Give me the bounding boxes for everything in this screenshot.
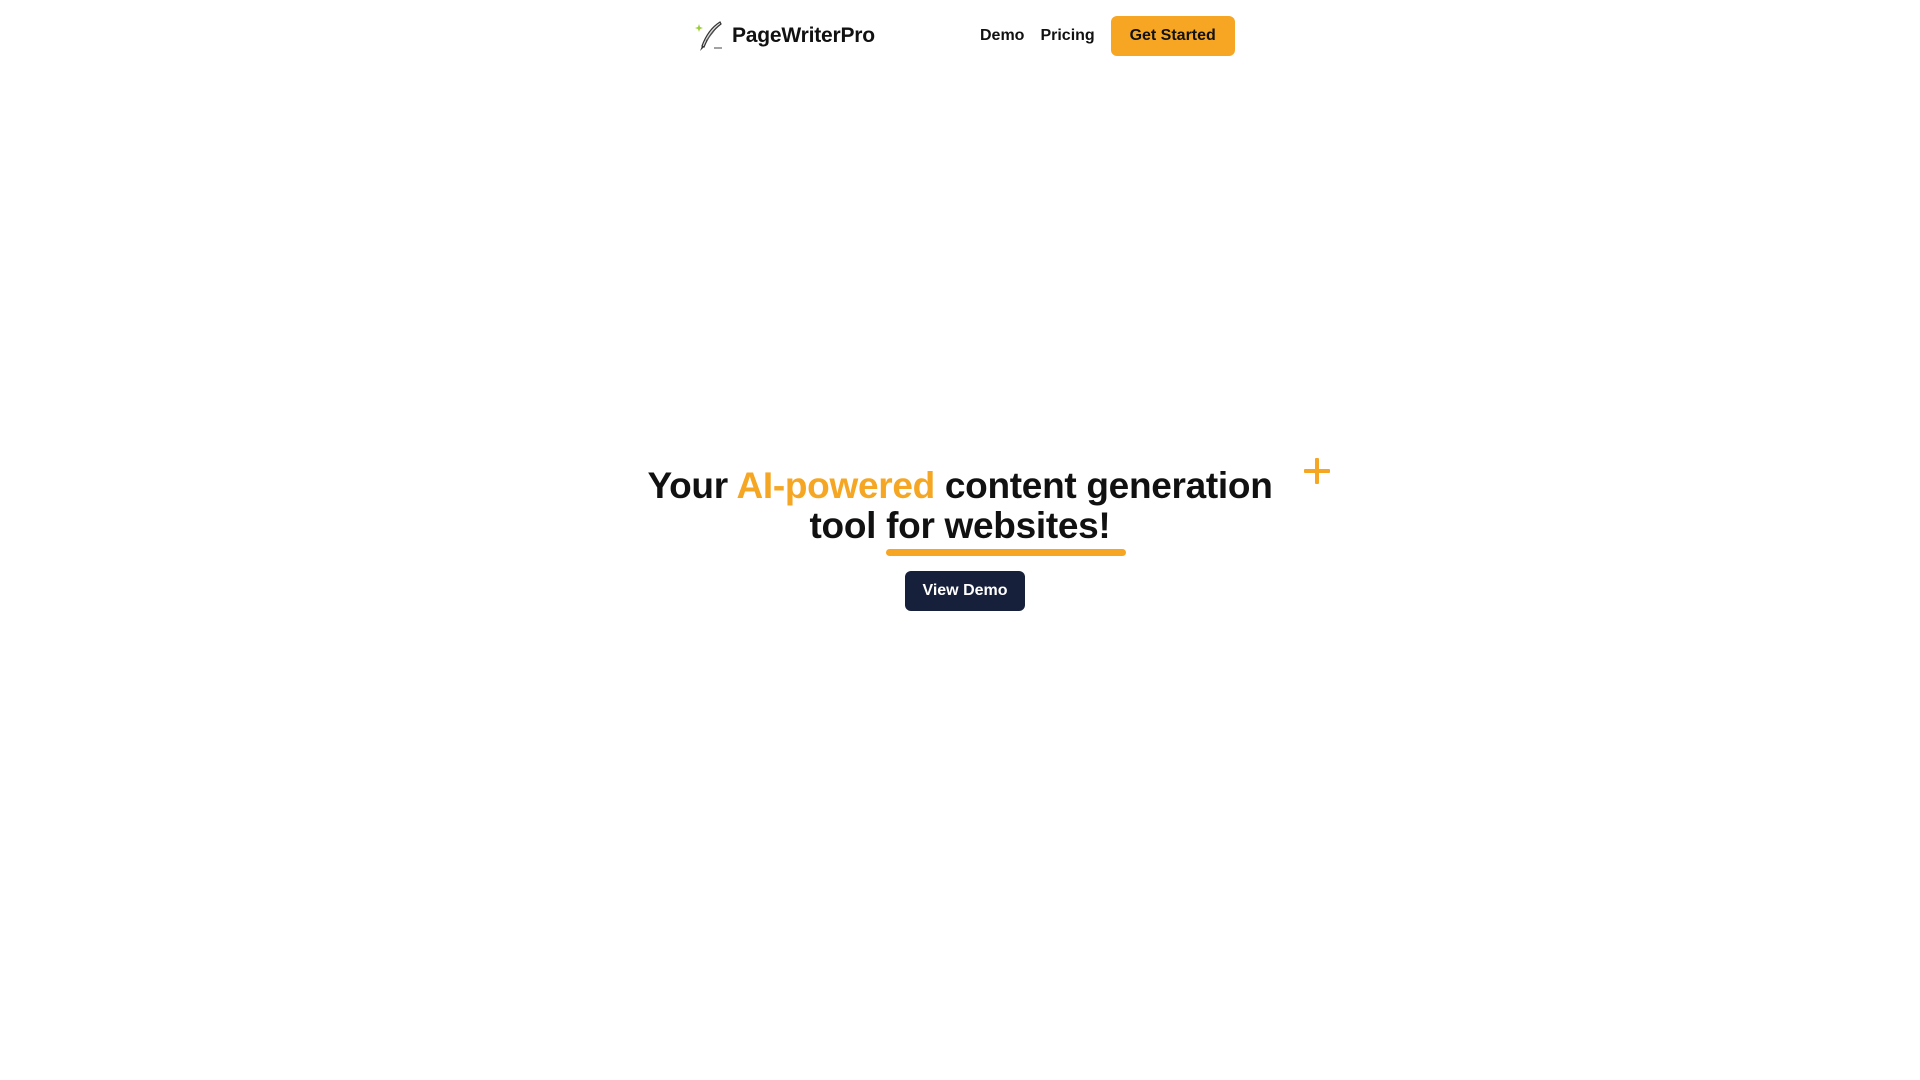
hero-title-underlined-text: for websites! <box>886 505 1111 546</box>
quill-pen-icon <box>695 21 722 51</box>
hero-section: Your AI-powered content generation tool … <box>0 465 1920 556</box>
get-started-button[interactable]: Get Started <box>1110 16 1235 56</box>
hero-title-accent: AI-powered <box>736 465 935 506</box>
view-demo-button[interactable]: View Demo <box>905 571 1025 611</box>
brand-link[interactable]: PageWriterPro <box>694 17 875 55</box>
nav-link-demo[interactable]: Demo <box>980 27 1024 45</box>
hero-title-part1: Your <box>647 465 737 506</box>
nav-link-pricing[interactable]: Pricing <box>1040 27 1094 45</box>
plus-sparkle-icon <box>1304 458 1330 484</box>
hero-title-underlined: for websites! <box>886 505 1127 556</box>
nav-links: Demo Pricing Get Started <box>980 16 1235 56</box>
underline-decoration <box>886 549 1127 556</box>
navbar: PageWriterPro Demo Pricing Get Started <box>0 0 1920 72</box>
hero-title: Your AI-powered content generation tool … <box>610 465 1310 556</box>
brand-name: PageWriterPro <box>732 24 875 47</box>
